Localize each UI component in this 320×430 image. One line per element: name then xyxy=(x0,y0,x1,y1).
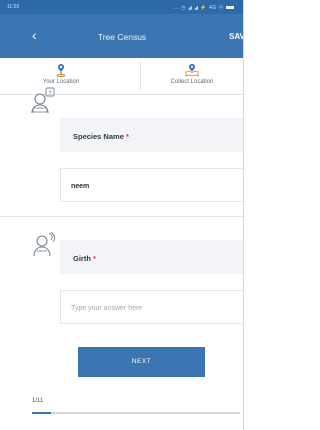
person-measure-icon xyxy=(33,231,56,257)
map-pin-icon xyxy=(185,64,199,77)
progress-bar xyxy=(32,412,240,414)
progress-fill xyxy=(32,412,51,414)
status-bar: 11:03 ... ◷ ◢ ◢ ⚡ 4G ⓝ xyxy=(0,0,243,14)
question-separator xyxy=(0,216,243,217)
girth-input-placeholder: Type your answer here xyxy=(71,305,143,312)
your-location-label: Your Location xyxy=(42,79,80,85)
save-button[interactable]: SAVE xyxy=(229,32,243,41)
your-location-button[interactable]: Your Location xyxy=(0,58,122,94)
app-bar: ‹ Tree Census SAVE xyxy=(0,14,243,58)
species-name-label-text: Species Name xyxy=(73,132,124,141)
required-mark: * xyxy=(125,132,129,141)
location-pin-icon xyxy=(56,64,66,77)
species-name-value: neem xyxy=(71,183,90,190)
species-name-label: Species Name * xyxy=(60,118,243,152)
status-time: 11:03 xyxy=(7,4,20,10)
girth-label-text: Girth xyxy=(73,254,91,263)
page-title: Tree Census xyxy=(97,32,147,42)
girth-label: Girth * xyxy=(60,240,243,274)
required-mark: * xyxy=(93,254,96,263)
status-icons-text: ... ◷ ◢ ◢ ⚡ 4G ⓝ xyxy=(173,5,224,11)
tree-census-screen: 11:03 ... ◷ ◢ ◢ ⚡ 4G ⓝ ‹ Tree Census SAV… xyxy=(0,0,244,430)
collect-location-button[interactable]: Collect Location xyxy=(140,58,243,94)
species-name-input[interactable]: neem xyxy=(60,168,243,202)
collect-location-label: Collect Location xyxy=(170,79,214,85)
battery-icon xyxy=(226,6,234,10)
girth-input[interactable]: Type your answer here xyxy=(60,290,243,324)
next-button[interactable]: NEXT xyxy=(78,347,205,377)
person-question-icon: ? xyxy=(31,87,55,114)
progress-count: 1/11 xyxy=(32,398,44,404)
status-icons: ... ◷ ◢ ◢ ⚡ 4G ⓝ xyxy=(174,4,234,11)
